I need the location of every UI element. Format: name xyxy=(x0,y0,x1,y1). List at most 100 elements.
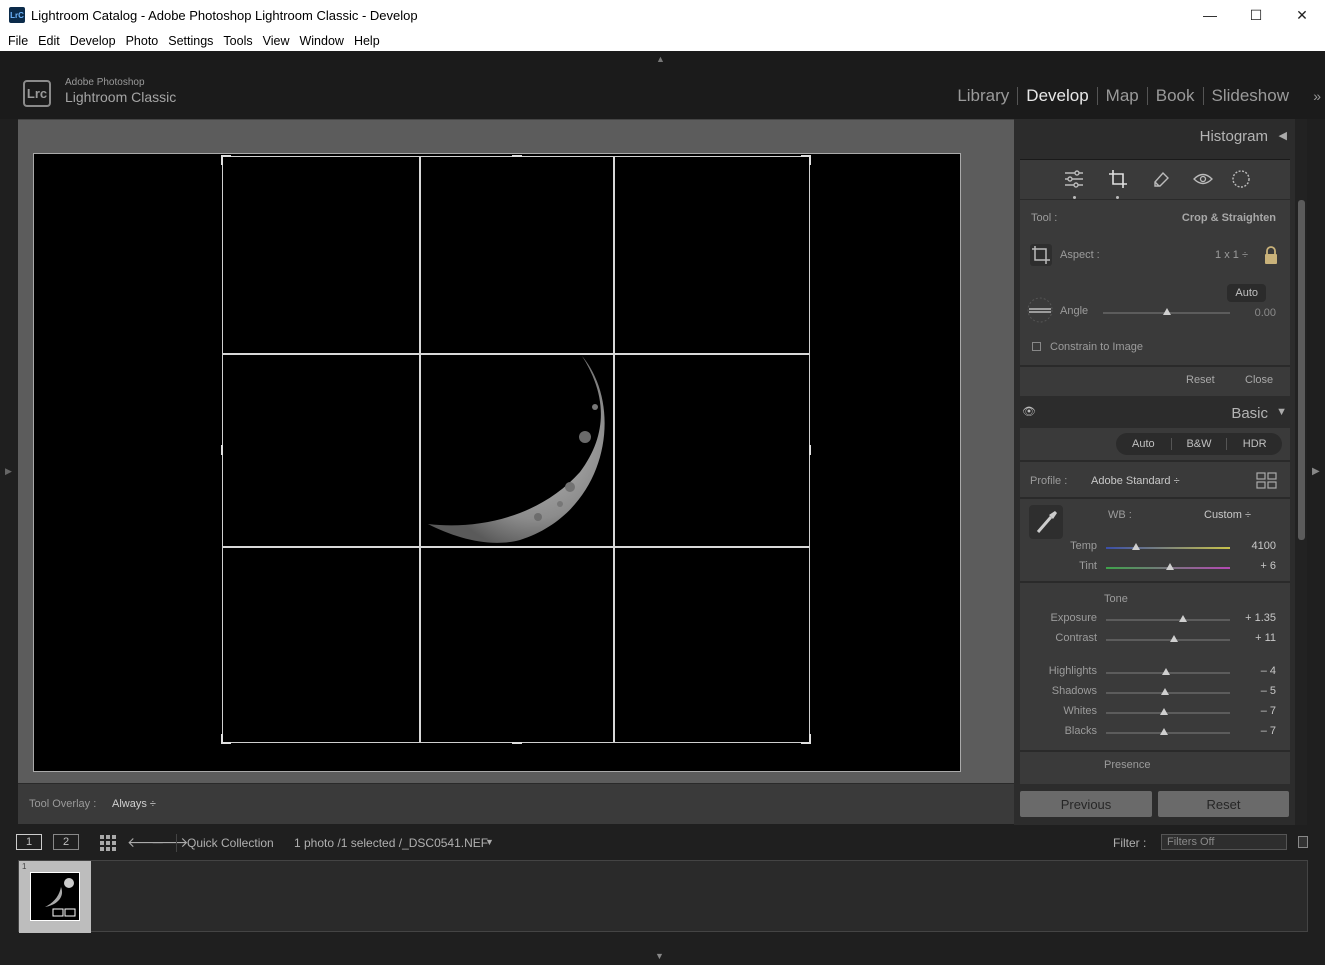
menu-edit[interactable]: Edit xyxy=(33,34,65,48)
filter-select[interactable]: Filters Off xyxy=(1161,834,1287,850)
blacks-value[interactable]: – 7 xyxy=(1261,725,1276,737)
whites-slider-thumb[interactable] xyxy=(1159,708,1168,715)
previous-button[interactable]: Previous xyxy=(1020,791,1152,817)
tint-value[interactable]: + 6 xyxy=(1260,560,1276,572)
exposure-slider[interactable] xyxy=(1106,619,1230,621)
crop-corner-handle[interactable] xyxy=(801,734,811,744)
crop-frame-tool-icon[interactable] xyxy=(1029,243,1053,267)
crop-edge-handle[interactable] xyxy=(512,155,522,157)
menu-view[interactable]: View xyxy=(258,34,295,48)
crop-close-button[interactable]: Close xyxy=(1245,374,1273,386)
bw-button[interactable]: B&W xyxy=(1172,438,1227,450)
collapse-filmstrip-icon[interactable]: ▼ xyxy=(655,951,664,961)
profile-browser-icon[interactable] xyxy=(1256,472,1278,490)
profile-select[interactable]: Adobe Standard ÷ xyxy=(1091,475,1180,487)
angle-value[interactable]: 0.00 xyxy=(1255,307,1276,319)
angle-slider-thumb[interactable] xyxy=(1162,308,1171,315)
crop-tool-icon[interactable] xyxy=(1107,168,1129,190)
histogram-header[interactable]: Histogram ◀ xyxy=(1020,120,1290,152)
crop-edge-handle[interactable] xyxy=(512,742,522,744)
minimize-button[interactable]: — xyxy=(1187,0,1233,30)
exposure-slider-thumb[interactable] xyxy=(1178,615,1187,622)
crop-corner-handle[interactable] xyxy=(221,734,231,744)
basic-panel: Auto B&W HDR Profile : Adobe Standard ÷ … xyxy=(1020,428,1290,784)
chevron-down-icon[interactable]: ▼ xyxy=(485,837,494,847)
whites-slider[interactable] xyxy=(1106,712,1230,714)
source-label[interactable]: Quick Collection xyxy=(187,836,274,850)
collapse-left-panel-icon[interactable]: ▶ xyxy=(5,466,12,477)
maximize-button[interactable]: ☐ xyxy=(1233,0,1279,30)
crop-frame[interactable] xyxy=(221,155,811,744)
temp-value[interactable]: 4100 xyxy=(1252,540,1276,552)
module-slideshow[interactable]: Slideshow xyxy=(1204,86,1298,106)
contrast-slider[interactable] xyxy=(1106,639,1230,641)
module-develop[interactable]: Develop xyxy=(1018,86,1096,106)
wb-select[interactable]: Custom ÷ xyxy=(1204,509,1251,521)
exposure-value[interactable]: + 1.35 xyxy=(1245,612,1276,624)
whites-value[interactable]: – 7 xyxy=(1261,705,1276,717)
lock-icon[interactable] xyxy=(1262,245,1280,265)
crop-edge-handle[interactable] xyxy=(221,445,223,455)
shadows-value[interactable]: – 5 xyxy=(1261,685,1276,697)
temp-slider-thumb[interactable] xyxy=(1131,543,1140,550)
selection-info[interactable]: 1 photo /1 selected /_DSC0541.NEF xyxy=(294,836,488,850)
menu-help[interactable]: Help xyxy=(349,34,385,48)
tone-heading: Tone xyxy=(1104,593,1128,605)
auto-button[interactable]: Auto xyxy=(1116,438,1171,450)
basic-collapse-icon[interactable]: ▼ xyxy=(1276,406,1287,418)
crop-corner-handle[interactable] xyxy=(801,155,811,165)
edit-sliders-icon[interactable] xyxy=(1063,168,1085,190)
straighten-level-icon[interactable] xyxy=(1027,297,1053,323)
histogram-collapse-icon[interactable]: ◀ xyxy=(1279,129,1287,142)
filter-lock-icon[interactable] xyxy=(1298,836,1308,848)
highlights-value[interactable]: – 4 xyxy=(1261,665,1276,677)
hdr-button[interactable]: HDR xyxy=(1227,438,1282,450)
tool-overlay-select[interactable]: Always ÷ xyxy=(112,798,156,810)
menu-settings[interactable]: Settings xyxy=(163,34,218,48)
blacks-slider[interactable] xyxy=(1106,732,1230,734)
crop-edge-handle[interactable] xyxy=(809,445,811,455)
temp-slider[interactable] xyxy=(1106,547,1230,549)
constrain-checkbox[interactable] xyxy=(1032,342,1041,351)
forward-arrow-icon[interactable]: 🡒 xyxy=(151,834,189,851)
more-modules-icon[interactable]: » xyxy=(1313,88,1321,104)
contrast-slider-thumb[interactable] xyxy=(1170,635,1179,642)
filter-label: Filter : xyxy=(1113,836,1147,850)
module-map[interactable]: Map xyxy=(1098,86,1147,106)
menu-develop[interactable]: Develop xyxy=(65,34,121,48)
menu-file[interactable]: File xyxy=(3,34,33,48)
tool-strip xyxy=(1020,159,1290,199)
healing-eraser-icon[interactable] xyxy=(1150,168,1172,190)
close-button[interactable]: ✕ xyxy=(1279,0,1325,30)
contrast-value[interactable]: + 11 xyxy=(1255,632,1276,644)
divider xyxy=(1020,581,1290,583)
shadows-slider-thumb[interactable] xyxy=(1160,688,1169,695)
crop-reset-button[interactable]: Reset xyxy=(1186,374,1215,386)
filmstrip-thumbnail[interactable]: 1 xyxy=(19,861,91,933)
tint-slider-thumb[interactable] xyxy=(1166,563,1175,570)
menu-tools[interactable]: Tools xyxy=(218,34,257,48)
aspect-select[interactable]: 1 x 1 ÷ xyxy=(1215,249,1248,261)
highlights-slider-thumb[interactable] xyxy=(1161,668,1170,675)
wb-eyedropper-icon[interactable] xyxy=(1029,505,1063,539)
collapse-top-panel-icon[interactable]: ▲ xyxy=(656,54,665,64)
menu-photo[interactable]: Photo xyxy=(121,34,164,48)
scrollbar-thumb[interactable] xyxy=(1298,200,1305,540)
thumbnail-image xyxy=(30,872,80,921)
collapse-right-panel-icon[interactable]: ▶ xyxy=(1312,466,1320,477)
basic-header[interactable]: 👁 Basic ▼ xyxy=(1020,397,1290,429)
divider xyxy=(1020,750,1290,752)
masking-icon[interactable] xyxy=(1230,168,1252,190)
crop-corner-handle[interactable] xyxy=(221,155,231,165)
secondary-monitor-button[interactable]: 2 xyxy=(53,834,79,850)
eye-toggle-icon[interactable]: 👁 xyxy=(1022,405,1036,418)
angle-auto-button[interactable]: Auto xyxy=(1227,284,1266,302)
menu-window[interactable]: Window xyxy=(294,34,348,48)
module-library[interactable]: Library xyxy=(949,86,1017,106)
reset-button[interactable]: Reset xyxy=(1158,791,1289,817)
blacks-slider-thumb[interactable] xyxy=(1159,728,1168,735)
grid-view-icon[interactable] xyxy=(100,835,116,851)
primary-monitor-button[interactable]: 1 xyxy=(16,834,42,850)
red-eye-icon[interactable] xyxy=(1192,168,1214,190)
module-book[interactable]: Book xyxy=(1148,86,1203,106)
